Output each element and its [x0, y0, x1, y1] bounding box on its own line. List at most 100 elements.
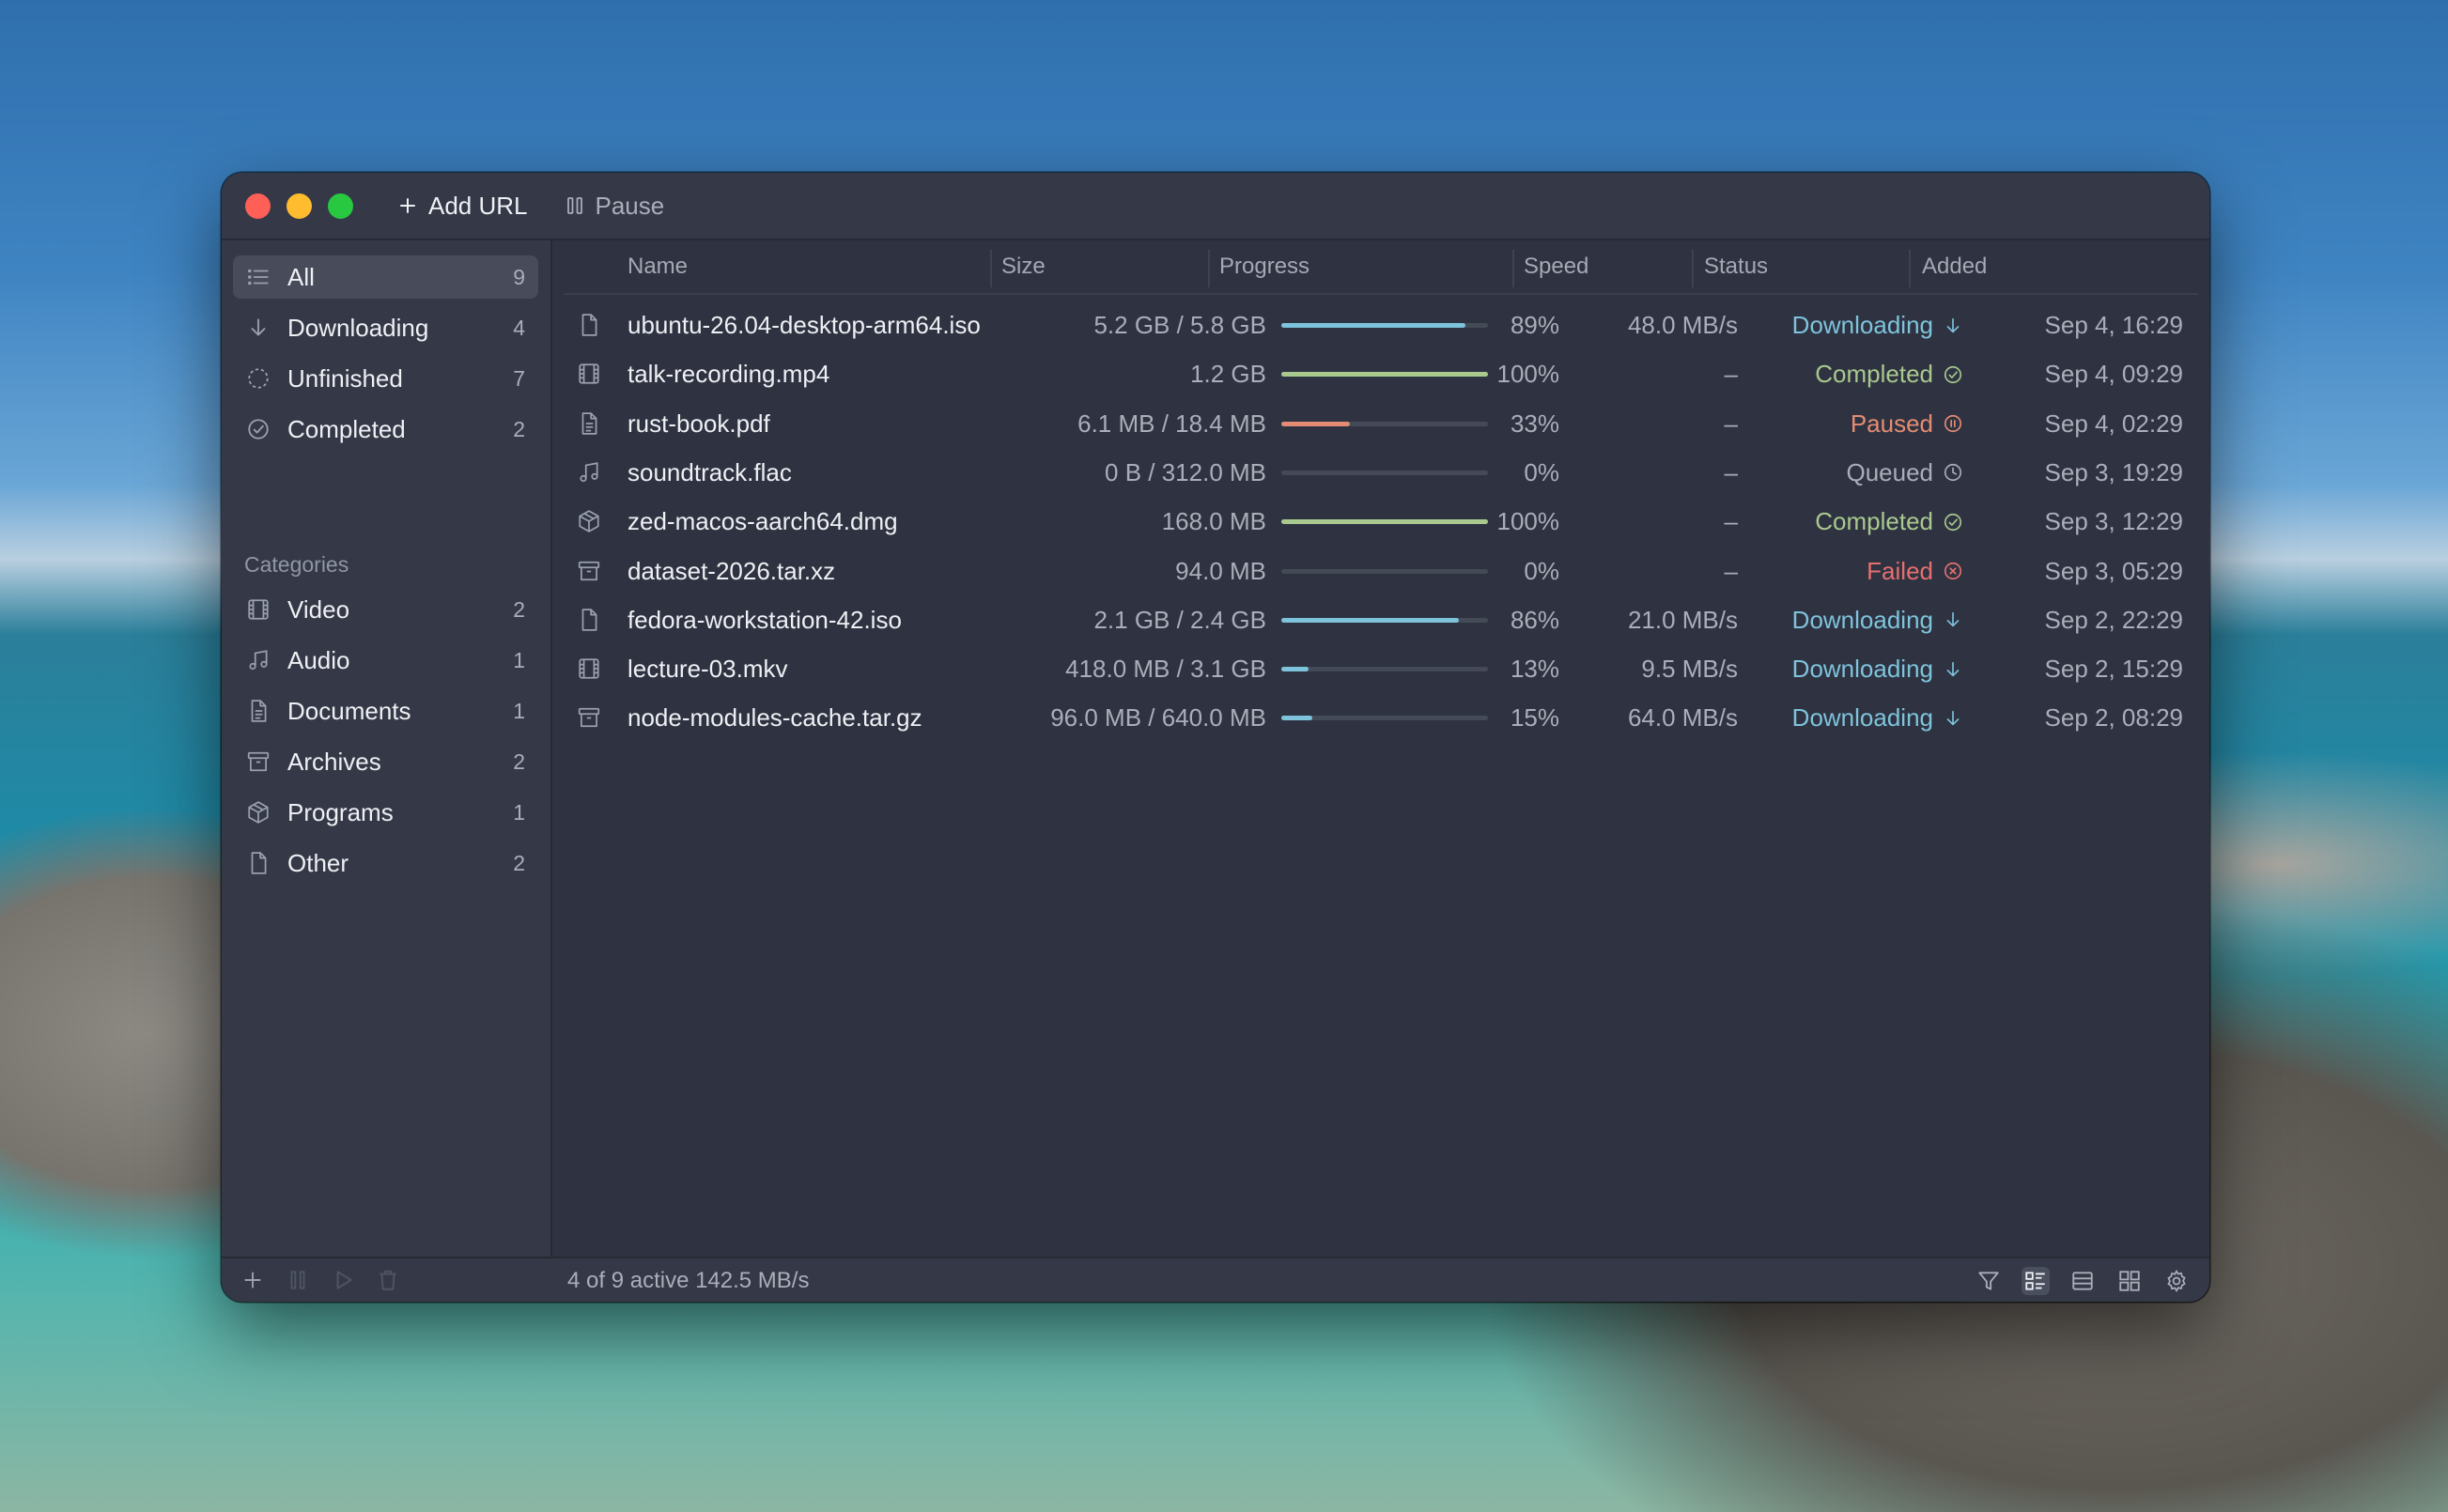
column-header-progress[interactable]: Progress	[1219, 240, 1309, 293]
sidebar-item-count: 7	[513, 365, 525, 391]
table-row[interactable]: zed-macos-aarch64.dmg 168.0 MB 100% – Comple…	[552, 497, 2209, 546]
column-header-name[interactable]: Name	[627, 240, 688, 293]
column-header-status[interactable]: Status	[1704, 240, 1768, 293]
date-added: Sep 4, 16:29	[2044, 311, 2183, 339]
progress-fill	[1281, 667, 1309, 672]
sidebar: All 9 Downloading 4 Unfinished 7 Complet…	[222, 240, 552, 1258]
sidebar-item-label: Audio	[287, 645, 350, 674]
grid-view-icon[interactable]	[2115, 1267, 2144, 1295]
gear-icon[interactable]	[2162, 1267, 2191, 1295]
progress-bar	[1281, 323, 1488, 328]
date-added: Sep 3, 05:29	[2044, 556, 2183, 585]
progress-bar	[1281, 617, 1488, 623]
status-badge: Failed	[1867, 557, 1963, 586]
status-badge: Downloading	[1792, 606, 1963, 635]
column-divider[interactable]	[990, 250, 992, 287]
pause-icon[interactable]	[286, 1268, 310, 1292]
dashed-circle-icon	[246, 366, 271, 391]
sidebar-item-programs[interactable]: Programs 1	[233, 791, 538, 834]
progress-fill	[1281, 372, 1488, 378]
file-name: rust-book.pdf	[627, 409, 770, 438]
download-speed: –	[1724, 507, 1738, 536]
column-header-size[interactable]: Size	[1001, 240, 1046, 293]
column-divider[interactable]	[1512, 250, 1514, 287]
file-name: zed-macos-aarch64.dmg	[627, 507, 898, 536]
file-name: fedora-workstation-42.iso	[627, 605, 902, 634]
compact-list-view-icon[interactable]	[2068, 1267, 2097, 1295]
sidebar-item-unfinished[interactable]: Unfinished 7	[233, 357, 538, 400]
sidebar-item-label: Downloading	[287, 313, 429, 342]
file-name: talk-recording.mp4	[627, 360, 830, 389]
sidebar-item-label: Archives	[287, 747, 381, 776]
sidebar-item-completed[interactable]: Completed 2	[233, 408, 538, 451]
progress-bar	[1281, 716, 1488, 721]
table-row[interactable]: ubuntu-26.04-desktop-arm64.iso 5.2 GB / 5…	[552, 301, 2209, 349]
zoom-window-button[interactable]	[328, 193, 353, 219]
minimize-window-button[interactable]	[287, 193, 312, 219]
sidebar-item-other[interactable]: Other 2	[233, 841, 538, 885]
filter-icon[interactable]	[1975, 1267, 2003, 1295]
table-row[interactable]: lecture-03.mkv 418.0 MB / 3.1 GB 13% 9.5 MB…	[552, 644, 2209, 693]
progress-bar	[1281, 372, 1488, 378]
table-row[interactable]: node-modules-cache.tar.gz 96.0 MB / 640.0…	[552, 693, 2209, 742]
date-added: Sep 2, 08:29	[2044, 703, 2183, 733]
table-row[interactable]: rust-book.pdf 6.1 MB / 18.4 MB 33% – Paused S…	[552, 399, 2209, 448]
table-row[interactable]: fedora-workstation-42.iso 2.1 GB / 2.4 GB…	[552, 595, 2209, 644]
date-added: Sep 3, 12:29	[2044, 507, 2183, 536]
file-size: 2.1 GB / 2.4 GB	[1093, 605, 1266, 634]
table-row[interactable]: dataset-2026.tar.xz 94.0 MB 0% – Failed Sep 3…	[552, 547, 2209, 595]
table-row[interactable]: talk-recording.mp4 1.2 GB 100% – Completed Se…	[552, 349, 2209, 398]
sidebar-tools	[240, 1268, 400, 1292]
column-divider[interactable]	[1692, 250, 1694, 287]
file-size: 0 B / 312.0 MB	[1105, 457, 1266, 486]
add-url-label: Add URL	[428, 191, 528, 220]
status-badge: Completed	[1815, 507, 1963, 536]
column-header-added[interactable]: Added	[1922, 240, 1987, 293]
progress-fill	[1281, 519, 1488, 525]
status-summary: 4 of 9 active 142.5 MB/s	[567, 1268, 810, 1293]
file-name: soundtrack.flac	[627, 457, 792, 486]
close-window-button[interactable]	[245, 193, 271, 219]
file-size: 418.0 MB / 3.1 GB	[1065, 655, 1266, 684]
sidebar-item-count: 2	[513, 596, 525, 622]
detail-list-view-icon[interactable]	[2022, 1267, 2050, 1295]
download-speed: 21.0 MB/s	[1627, 605, 1738, 634]
file-size: 1.2 GB	[1190, 360, 1266, 389]
arrow-down-icon	[246, 316, 271, 340]
column-divider[interactable]	[1909, 250, 1911, 287]
sidebar-item-downloading[interactable]: Downloading 4	[233, 306, 538, 349]
date-added: Sep 2, 15:29	[2044, 655, 2183, 684]
progress-bar	[1281, 519, 1488, 525]
column-header-speed[interactable]: Speed	[1524, 240, 1588, 293]
table-row[interactable]: soundtrack.flac 0 B / 312.0 MB 0% – Queued Se…	[552, 448, 2209, 497]
window-controls	[245, 193, 353, 219]
progress-fill	[1281, 617, 1460, 623]
add-url-button[interactable]: Add URL	[396, 192, 528, 221]
play-icon[interactable]	[331, 1268, 355, 1292]
file-name: ubuntu-26.04-desktop-arm64.iso	[627, 311, 981, 339]
package-icon	[577, 509, 601, 533]
date-added: Sep 4, 09:29	[2044, 360, 2183, 389]
progress-percent: 0%	[1524, 556, 1559, 585]
file-icon	[577, 608, 601, 632]
pause-button[interactable]: Pause	[564, 192, 664, 221]
sidebar-item-all[interactable]: All 9	[233, 255, 538, 299]
column-divider[interactable]	[1208, 250, 1210, 287]
film-icon	[246, 597, 271, 622]
sidebar-item-count: 1	[513, 698, 525, 723]
sidebar-item-audio[interactable]: Audio 1	[233, 639, 538, 682]
status-label: Failed	[1867, 556, 1933, 585]
status-label: Downloading	[1791, 655, 1933, 684]
sidebar-item-documents[interactable]: Documents 1	[233, 689, 538, 733]
date-added: Sep 4, 02:29	[2044, 409, 2183, 438]
x-circle-icon	[1943, 561, 1963, 581]
sidebar-item-label: Video	[287, 594, 350, 624]
trash-icon[interactable]	[376, 1268, 400, 1292]
add-category-button[interactable]	[240, 1268, 265, 1292]
progress-fill	[1281, 323, 1465, 328]
sidebar-item-video[interactable]: Video 2	[233, 588, 538, 631]
archive-box-icon	[246, 749, 271, 774]
progress-percent: 89%	[1510, 311, 1559, 339]
sidebar-item-archives[interactable]: Archives 2	[233, 740, 538, 783]
view-controls	[1975, 1267, 2191, 1295]
